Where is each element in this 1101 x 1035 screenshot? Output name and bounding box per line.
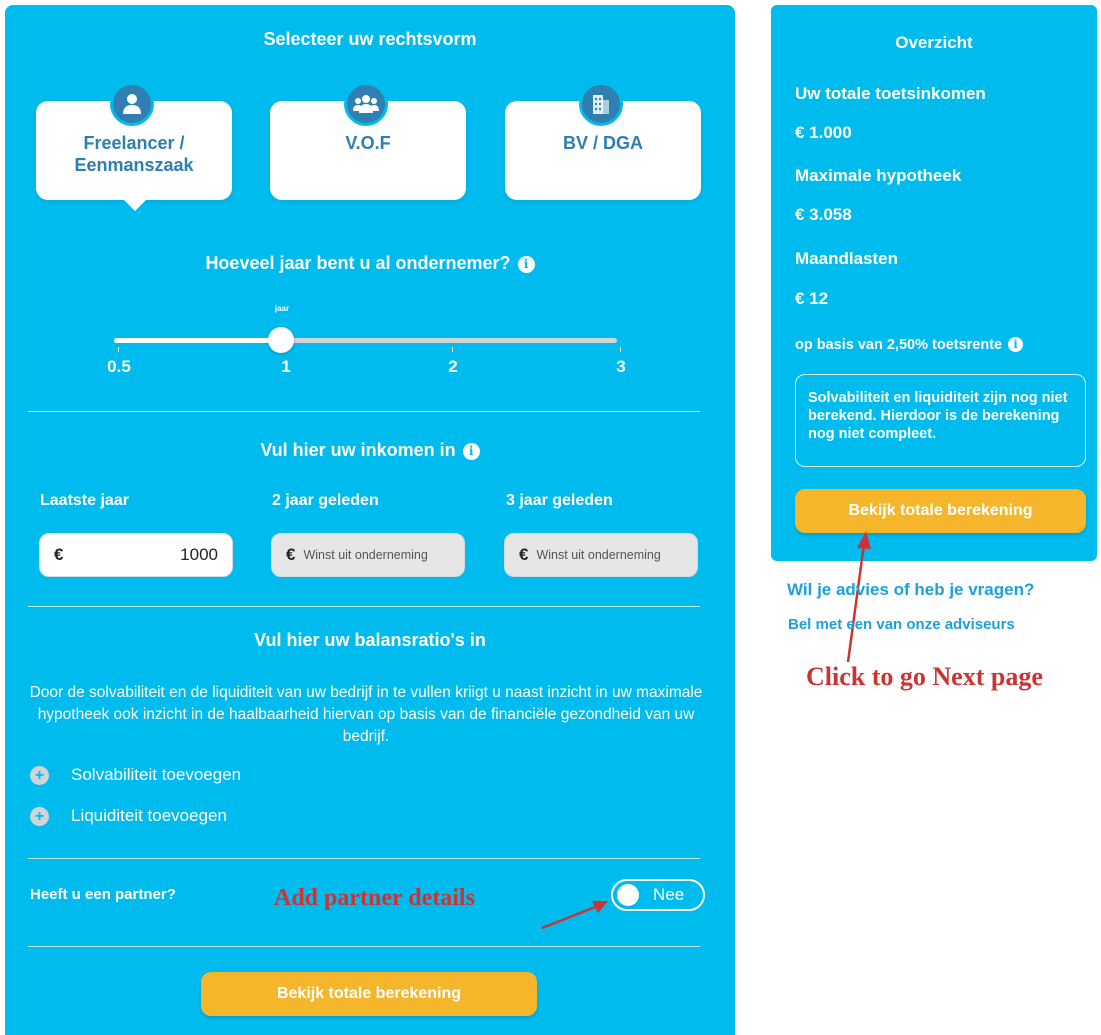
- main-calculate-button[interactable]: Bekijk totale berekening: [201, 972, 537, 1016]
- overview-income-label: Uw totale toetsinkomen: [795, 84, 986, 103]
- currency-symbol: €: [54, 545, 64, 564]
- partner-toggle[interactable]: Nee: [611, 879, 705, 911]
- rate-note-text: op basis van 2,50% toetsrente: [795, 337, 1003, 353]
- overview-income-value: € 1.000: [795, 123, 852, 142]
- years-question: Hoeveel jaar bent u al ondernemer? i: [5, 253, 735, 274]
- option-freelancer-line1: Freelancer /: [83, 132, 185, 153]
- info-icon[interactable]: i: [517, 256, 535, 273]
- income-col-label: Laatste jaar: [40, 492, 129, 509]
- info-icon[interactable]: i: [462, 443, 480, 460]
- rechtsvorm-title: Selecteer uw rechtsvorm: [263, 29, 477, 49]
- currency-symbol: €: [286, 545, 296, 564]
- rate-note: op basis van 2,50% toetsrente i: [795, 337, 1024, 353]
- slider-tick-label: 1: [281, 357, 291, 376]
- add-solvency-toggle[interactable]: + Solvabiliteit toevoegen: [30, 765, 241, 785]
- info-icon[interactable]: i: [1008, 337, 1024, 352]
- option-vof-label: V.O.F: [345, 132, 391, 153]
- slider-tick-label: 3: [616, 357, 626, 376]
- income-2-years-input[interactable]: € Winst uit onderneming: [271, 533, 465, 577]
- slider-tick: [118, 347, 119, 352]
- income-3-years-placeholder: Winst uit onderneming: [536, 548, 661, 562]
- user-icon: [110, 82, 154, 126]
- overview-monthly-label: Maandlasten: [795, 249, 898, 268]
- income-title: Vul hier uw inkomen in i: [5, 440, 735, 461]
- years-slider-handle[interactable]: [268, 327, 294, 353]
- call-adviser-link[interactable]: Bel met een van onze adviseurs: [788, 616, 1015, 633]
- add-solvency-label: Solvabiliteit toevoegen: [71, 765, 242, 784]
- group-icon: [344, 82, 388, 126]
- years-slider-fill: [114, 338, 282, 343]
- slider-tick-label: 0.5: [107, 357, 131, 376]
- add-liquidity-toggle[interactable]: + Liquiditeit toevoegen: [30, 806, 227, 826]
- divider: [28, 858, 700, 859]
- income-last-year-value: 1000: [180, 545, 218, 564]
- slider-tick-label: 2: [448, 357, 458, 376]
- overview-monthly-value: € 12: [795, 289, 829, 308]
- partner-annotation: Add partner details: [274, 885, 475, 911]
- divider: [28, 411, 700, 412]
- add-liquidity-label: Liquiditeit toevoegen: [71, 806, 227, 825]
- option-bv-label: BV / DGA: [562, 132, 643, 153]
- partner-toggle-label: Nee: [653, 885, 685, 904]
- slider-tick: [620, 347, 621, 352]
- plus-circle-icon: +: [30, 806, 49, 826]
- income-col-label: 3 jaar geleden: [506, 492, 613, 509]
- partner-question: Heeft u een partner?: [30, 886, 176, 903]
- overview-mortgage-label: Maximale hypotheek: [795, 166, 962, 185]
- income-3-years-input[interactable]: € Winst uit onderneming: [504, 533, 698, 577]
- balance-title: Vul hier uw balansratio's in: [254, 630, 486, 650]
- divider: [28, 946, 700, 947]
- arrow-icon: [541, 901, 608, 930]
- divider: [28, 606, 700, 607]
- toggle-knob: [617, 884, 639, 906]
- overview-mortgage-value: € 3.058: [795, 205, 852, 224]
- income-title-text: Vul hier uw inkomen in: [260, 440, 456, 460]
- building-icon: [579, 82, 623, 126]
- income-last-year-input[interactable]: € 1000: [39, 533, 233, 577]
- income-2-years-placeholder: Winst uit onderneming: [303, 548, 428, 562]
- incomplete-warning: Solvabiliteit en liquiditeit zijn nog ni…: [795, 374, 1086, 467]
- balance-description: Door de solvabiliteit en de liquiditeit …: [29, 684, 703, 745]
- years-question-text: Hoeveel jaar bent u al ondernemer?: [205, 253, 511, 273]
- slider-unit-label: jaar: [274, 304, 290, 313]
- next-page-annotation: Click to go Next page: [806, 662, 1043, 691]
- option-freelancer-line2: Eenmanszaak: [74, 154, 194, 175]
- overview-calculate-button[interactable]: Bekijk totale berekening: [795, 489, 1086, 533]
- currency-symbol: €: [519, 545, 529, 564]
- advice-question-link[interactable]: Wil je advies of heb je vragen?: [787, 580, 1034, 600]
- income-col-label: 2 jaar geleden: [272, 492, 379, 509]
- slider-tick: [452, 347, 453, 352]
- plus-circle-icon: +: [30, 765, 49, 785]
- overview-title: Overzicht: [895, 33, 973, 52]
